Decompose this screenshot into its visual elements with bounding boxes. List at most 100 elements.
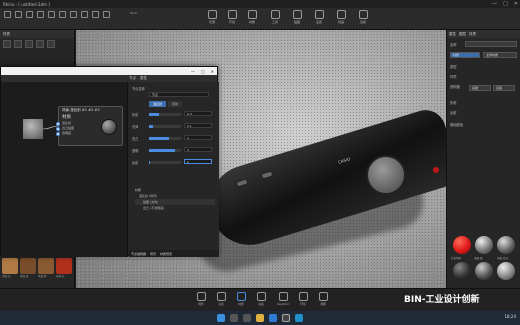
ribbon-button-settings[interactable]: 设置: [312, 10, 326, 24]
export-icon[interactable]: [36, 40, 44, 48]
prop-value[interactable]: 2: [184, 147, 212, 152]
rp-label: 折射: [450, 101, 457, 105]
minimize-button[interactable]: —: [492, 1, 497, 7]
ribbon-button-animation[interactable]: 动画: [334, 10, 348, 24]
scale-icon: [37, 11, 44, 18]
camera-tool-button[interactable]: [47, 10, 56, 19]
prop-slider[interactable]: [149, 161, 181, 164]
ribbon-button-render[interactable]: 渲染: [356, 10, 370, 24]
clock[interactable]: 18:24: [504, 314, 516, 319]
file-explorer-icon[interactable]: [256, 314, 264, 322]
prop-slider[interactable]: [149, 149, 181, 152]
material-swatch[interactable]: [497, 262, 515, 280]
bottom-environment-button[interactable]: 环境: [296, 292, 310, 306]
rotate-tool-button[interactable]: [25, 10, 34, 19]
node-graph[interactable]: 场景-漫反射 #1 #2 #3 材质 漫反射 凹凸贴图 透明度: [1, 82, 128, 257]
import-icon[interactable]: [25, 40, 33, 48]
render-tool-button[interactable]: [91, 10, 100, 19]
move-tool-button[interactable]: [14, 10, 23, 19]
dialog-minimize-button[interactable]: —: [191, 69, 195, 74]
input-port[interactable]: [56, 122, 60, 126]
dialog-close-button[interactable]: ✕: [211, 69, 214, 74]
footer-scene[interactable]: 场景: [150, 252, 156, 256]
bottom-material-button[interactable]: 材质: [234, 292, 248, 306]
dialog-maximize-button[interactable]: □: [201, 69, 205, 74]
material-thumb[interactable]: 木纹-光: [2, 258, 18, 278]
bottom-view-button[interactable]: 视图: [316, 292, 330, 306]
close-button[interactable]: ✕: [514, 1, 518, 7]
tree-item[interactable]: 凹凸 (不透明度): [135, 205, 215, 211]
material-label: 金属-拉丝: [497, 257, 508, 260]
material-node[interactable]: 场景-漫反射 #1 #2 #3 材质 漫反射 凹凸贴图 透明度: [56, 106, 123, 146]
view-icon: [81, 11, 88, 18]
material-swatch[interactable]: [497, 236, 515, 254]
ribbon-button-tools[interactable]: 工具: [268, 10, 282, 24]
prop-slider[interactable]: [149, 137, 181, 140]
material-thumb[interactable]: 布料-红: [56, 258, 72, 278]
bottom-render-button[interactable]: 渲染: [214, 292, 228, 306]
prop-value[interactable]: 0.3: [184, 111, 212, 116]
list-icon[interactable]: [47, 40, 55, 48]
toolbar-left-group: [3, 10, 111, 19]
start-icon[interactable]: [217, 314, 225, 322]
material-thumb[interactable]: 木纹-深: [20, 258, 36, 278]
tab-diffuse[interactable]: 漫反射: [149, 101, 167, 107]
task-view-icon[interactable]: [243, 314, 251, 322]
material-tool-button[interactable]: [102, 10, 111, 19]
tools-icon: [270, 10, 280, 19]
search-icon[interactable]: [230, 314, 238, 322]
maximize-button[interactable]: □: [503, 1, 508, 7]
menu-properties[interactable]: 属性: [140, 76, 147, 81]
input-port[interactable]: [56, 127, 60, 131]
material-swatch[interactable]: [475, 262, 493, 280]
tab-properties[interactable]: 属性: [449, 32, 456, 37]
scale-tool-button[interactable]: [36, 10, 45, 19]
dialog-menu: 节点 属性: [1, 75, 217, 82]
window-title-bar: Rhino - [ untitled.3dm ] — □ ✕: [0, 0, 520, 8]
tab-materials[interactable]: 材质: [469, 32, 476, 37]
light-icon: [59, 11, 66, 18]
rhino-app-icon[interactable]: [282, 314, 290, 322]
bottom-animation-button[interactable]: 动画: [254, 292, 268, 306]
keyshot-app-icon[interactable]: [295, 314, 303, 322]
ribbon-button-material[interactable]: 材质: [245, 10, 259, 24]
material-thumb[interactable]: 木纹-棕: [38, 258, 54, 278]
node-name-field[interactable]: 节点: [149, 92, 209, 97]
tab-layers[interactable]: 图层: [459, 32, 466, 37]
view-tool-button[interactable]: [80, 10, 89, 19]
rp-global-material-button[interactable]: 全局材质: [483, 52, 517, 58]
rp-basic-button[interactable]: 基础: [469, 85, 491, 91]
select-tool-button[interactable]: [3, 10, 12, 19]
tab-refraction[interactable]: 折射: [168, 101, 183, 107]
material-swatch-red[interactable]: [453, 236, 471, 254]
grid-icon: [70, 11, 77, 18]
material-ball-icon: [247, 10, 257, 19]
rp-material-button[interactable]: 材质: [450, 52, 480, 58]
zoom-value[interactable]: 50.0: [130, 11, 137, 15]
ribbon-button-texture[interactable]: 贴图: [290, 10, 304, 24]
prop-value[interactable]: 0: [184, 159, 212, 164]
material-swatch[interactable]: [453, 262, 471, 280]
grid-tool-button[interactable]: [69, 10, 78, 19]
watermark-text: BIN-工业设计创新: [404, 295, 480, 305]
prop-slider[interactable]: [149, 125, 181, 128]
bottom-keyshot-button[interactable]: KeyShot: [276, 292, 290, 306]
rp-advanced-button[interactable]: 高级: [493, 85, 515, 91]
bottom-scene-button[interactable]: 场景: [194, 292, 208, 306]
input-port[interactable]: [56, 132, 60, 136]
ribbon-button-light[interactable]: 光源: [205, 10, 219, 24]
light-tool-button[interactable]: [58, 10, 67, 19]
prop-slider[interactable]: [149, 113, 181, 116]
footer-preview[interactable]: 材质预览: [160, 252, 172, 256]
menu-node[interactable]: 节点: [129, 76, 136, 81]
footer-node-editor[interactable]: 节点编辑器: [131, 252, 146, 256]
browser-icon[interactable]: [269, 314, 277, 322]
ribbon-button-environment[interactable]: 环境: [225, 10, 239, 24]
rp-name-field[interactable]: [465, 41, 517, 47]
folder-icon[interactable]: [3, 40, 11, 48]
prop-value[interactable]: 1: [184, 135, 212, 140]
prop-value[interactable]: 0.1: [184, 123, 212, 128]
left-panel-title: 材质: [3, 31, 10, 36]
add-icon[interactable]: [14, 40, 22, 48]
material-swatch[interactable]: [475, 236, 493, 254]
